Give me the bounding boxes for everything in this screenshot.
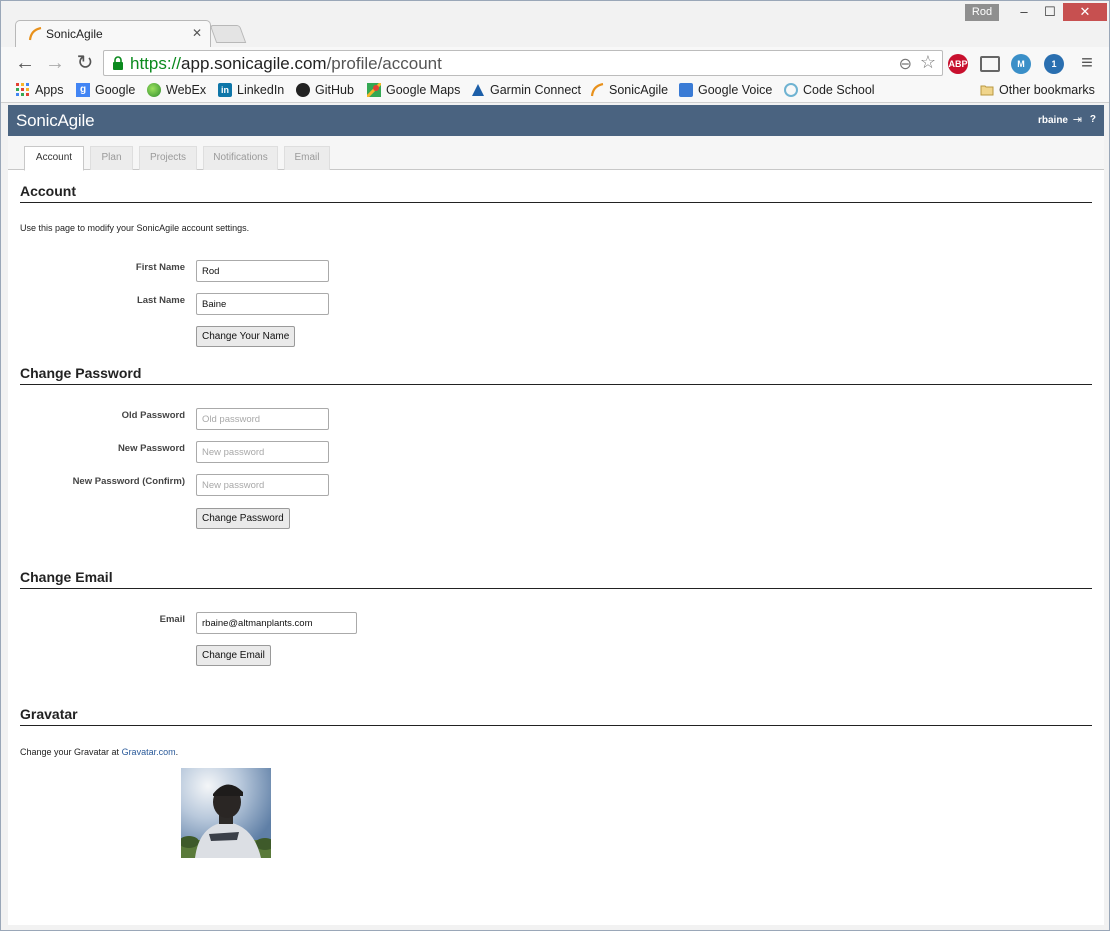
old-password-label: Old Password <box>121 410 185 421</box>
window-close-button[interactable]: ✕ <box>1063 3 1107 21</box>
browser-toolbar: ← → ↻ https://app.sonicagile.com/profile… <box>1 47 1109 79</box>
sonicagile-favicon-icon <box>28 27 42 41</box>
minimize-button[interactable]: – <box>1011 3 1037 21</box>
gravatar-description: Change your Gravatar at Gravatar.com. <box>20 747 179 757</box>
first-name-field[interactable] <box>196 260 329 282</box>
section-divider <box>20 384 1092 385</box>
google-icon: g <box>76 83 90 97</box>
section-divider <box>20 588 1092 589</box>
phone-icon[interactable]: 1 <box>1044 54 1064 74</box>
maximize-button[interactable]: ☐ <box>1037 3 1063 21</box>
last-name-field[interactable] <box>196 293 329 315</box>
section-divider <box>20 202 1092 203</box>
logout-icon[interactable]: ⇥ <box>1073 113 1082 126</box>
tab-title: SonicAgile <box>46 27 103 41</box>
bookmark-webex[interactable]: WebEx <box>147 83 206 97</box>
bookmarks-bar: Apps g Google WebEx in LinkedIn GitHub G… <box>1 79 1109 103</box>
apps-grid-icon <box>16 83 29 96</box>
back-arrow-icon[interactable]: ← <box>13 51 37 75</box>
username-link[interactable]: rbaine <box>1038 115 1068 126</box>
address-bar[interactable]: https://app.sonicagile.com/profile/accou… <box>103 50 943 76</box>
folder-icon <box>980 85 994 96</box>
bookmark-apps[interactable]: Apps <box>16 83 64 97</box>
tab-close-icon[interactable]: ✕ <box>192 26 202 40</box>
tab-projects[interactable]: Projects <box>139 146 197 170</box>
garmin-icon <box>472 84 484 96</box>
bookmark-google[interactable]: g Google <box>76 83 135 97</box>
bookmark-google-voice[interactable]: Google Voice <box>679 83 772 97</box>
bookmark-sonicagile[interactable]: SonicAgile <box>590 83 668 97</box>
last-name-label: Last Name <box>136 295 185 306</box>
webex-icon <box>147 83 161 97</box>
sonicagile-icon <box>590 83 604 97</box>
bookmark-star-icon[interactable]: ☆ <box>920 52 936 73</box>
lock-icon <box>113 56 123 70</box>
bookmark-github[interactable]: GitHub <box>296 83 354 97</box>
reload-icon[interactable]: ↻ <box>73 51 97 75</box>
tab-account[interactable]: Account <box>24 146 84 171</box>
change-name-button[interactable]: Change Your Name <box>196 326 296 347</box>
browser-window: SonicAgile ✕ Rod – ☐ ✕ ← → ↻ https://app… <box>0 0 1110 931</box>
menu-icon[interactable]: ≡ <box>1075 51 1099 75</box>
account-description: Use this page to modify your SonicAgile … <box>20 223 250 233</box>
email-label: Email <box>159 614 185 625</box>
browser-tab[interactable]: SonicAgile ✕ <box>15 20 211 47</box>
google-maps-icon <box>367 83 381 97</box>
bookmark-other[interactable]: Other bookmarks <box>980 83 1095 97</box>
new-password-label: New Password <box>117 443 185 454</box>
code-school-icon <box>784 83 798 97</box>
change-email-heading: Change Email <box>20 569 113 585</box>
bookmark-linkedin[interactable]: in LinkedIn <box>218 83 284 97</box>
google-voice-icon <box>679 83 693 97</box>
section-divider <box>20 725 1092 726</box>
tab-notifications[interactable]: Notifications <box>203 146 278 170</box>
change-password-heading: Change Password <box>20 365 142 381</box>
avatar <box>181 768 271 858</box>
old-password-field[interactable] <box>196 408 329 430</box>
cast-icon[interactable] <box>980 56 1000 72</box>
new-password-field[interactable] <box>196 441 329 463</box>
tab-email[interactable]: Email <box>284 146 330 170</box>
sonicagile-app: SonicAgile rbaine ⇥ ? Account Plan Proje… <box>8 105 1104 925</box>
help-icon[interactable]: ? <box>1090 114 1096 125</box>
bookmark-garmin[interactable]: Garmin Connect <box>471 83 581 97</box>
new-tab-button[interactable] <box>209 25 247 43</box>
confirm-password-field[interactable] <box>196 474 329 496</box>
confirm-password-label: New Password (Confirm) <box>72 476 185 487</box>
profile-button[interactable]: Rod <box>965 4 999 21</box>
bookmark-code-school[interactable]: Code School <box>784 83 875 97</box>
url-text: https://app.sonicagile.com/profile/accou… <box>130 54 442 73</box>
gravatar-link[interactable]: Gravatar.com <box>122 747 176 757</box>
linkedin-icon: in <box>218 83 232 97</box>
change-password-button[interactable]: Change Password <box>196 508 290 529</box>
zoom-icon[interactable]: ⊖ <box>899 54 912 74</box>
abp-icon[interactable]: ABP <box>948 54 968 74</box>
tab-plan[interactable]: Plan <box>90 146 133 170</box>
bookmark-google-maps[interactable]: Google Maps <box>367 83 460 97</box>
account-heading: Account <box>20 183 76 199</box>
first-name-label: First Name <box>135 262 185 273</box>
forward-arrow-icon[interactable]: → <box>43 51 67 75</box>
email-field[interactable] <box>196 612 357 634</box>
change-email-button[interactable]: Change Email <box>196 645 271 666</box>
title-bar: SonicAgile ✕ Rod – ☐ ✕ <box>1 1 1109 47</box>
mightytext-icon[interactable]: M <box>1011 54 1031 74</box>
gravatar-heading: Gravatar <box>20 706 78 722</box>
app-header: SonicAgile rbaine ⇥ ? <box>8 105 1104 136</box>
profile-tabs: Account Plan Projects Notifications Emai… <box>8 136 1104 171</box>
app-logo[interactable]: SonicAgile <box>16 111 95 131</box>
github-icon <box>296 83 310 97</box>
